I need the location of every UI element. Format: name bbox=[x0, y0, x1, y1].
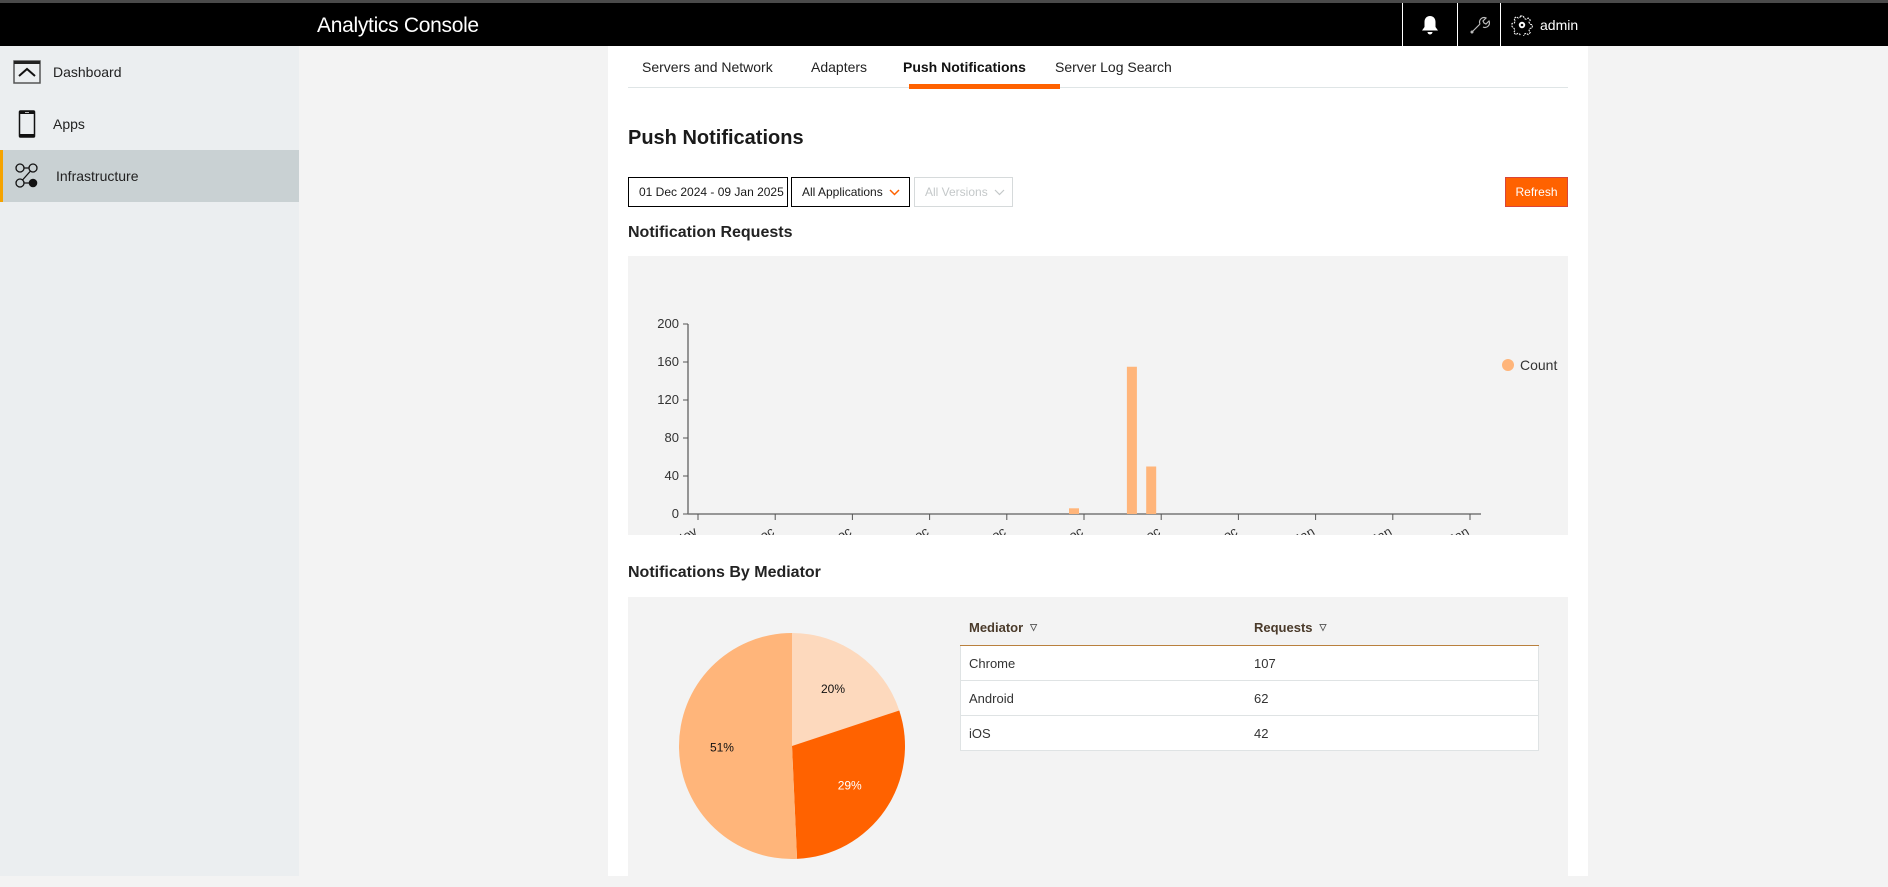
x-tick-label: 09 Jan bbox=[1430, 524, 1471, 535]
legend-label: Count bbox=[1520, 357, 1558, 373]
application-value: All Applications bbox=[802, 185, 883, 199]
x-tick-label: 01 Jan bbox=[1276, 524, 1317, 535]
cell-mediator: Chrome bbox=[969, 656, 1016, 671]
mediator-panel: 20% 29% 51% Mediator ▽ Requests ▽ Chrome 1… bbox=[628, 597, 1568, 887]
bar bbox=[1069, 508, 1079, 514]
x-tick-label: 12 Dec bbox=[888, 523, 932, 535]
legend-swatch bbox=[1502, 359, 1514, 371]
application-select[interactable]: All Applications bbox=[791, 177, 910, 207]
mobile-icon bbox=[13, 110, 41, 138]
sort-icon: ▽ bbox=[1319, 622, 1327, 632]
notifications-button[interactable] bbox=[1403, 3, 1457, 46]
table-row: Chrome 107 bbox=[960, 646, 1539, 681]
tab-server-log-search[interactable]: Server Log Search bbox=[1055, 59, 1172, 75]
y-tick-label: 80 bbox=[665, 430, 679, 445]
column-header-mediator[interactable]: Mediator ▽ bbox=[969, 620, 1037, 635]
x-tick-label: 30 Nov bbox=[656, 523, 700, 535]
cell-requests: 62 bbox=[1254, 691, 1269, 706]
pie-slice bbox=[678, 633, 798, 859]
x-tick-label: 28 Dec bbox=[1197, 523, 1241, 535]
cell-mediator: Android bbox=[969, 691, 1014, 706]
cell-requests: 107 bbox=[1254, 656, 1276, 671]
y-tick-label: 200 bbox=[657, 316, 679, 331]
sidebar-item-infrastructure[interactable]: Infrastructure bbox=[0, 150, 299, 202]
wrench-icon bbox=[1470, 16, 1490, 33]
bell-icon bbox=[1422, 15, 1438, 34]
sidebar: Dashboard Apps Infrastructure bbox=[0, 46, 299, 876]
x-tick-label: 04 Dec bbox=[734, 523, 778, 535]
y-tick-label: 40 bbox=[665, 468, 679, 483]
tab-bar: Servers and Network Adapters Push Notifi… bbox=[628, 46, 1568, 89]
chevron-down-icon bbox=[889, 185, 900, 199]
tab-adapters[interactable]: Adapters bbox=[811, 59, 867, 75]
section-title-mediator: Notifications By Mediator bbox=[628, 564, 821, 581]
sidebar-item-label: Dashboard bbox=[53, 64, 122, 80]
sort-icon: ▽ bbox=[1030, 622, 1038, 632]
bar-chart-svg: 0 40 80 120 160 200 30 Nov 04 Dec 08 Dec 12 Dec 16… bbox=[656, 316, 1481, 535]
date-range-value: 01 Dec 2024 - 09 Jan 2025 bbox=[639, 185, 784, 199]
requests-chart: 0 40 80 120 160 200 30 Nov 04 Dec 08 Dec 12 Dec 16… bbox=[628, 256, 1568, 535]
dashboard-icon bbox=[13, 58, 41, 86]
chart-legend: Count bbox=[1502, 357, 1557, 373]
x-tick-label: 08 Dec bbox=[811, 523, 855, 535]
pie-label: 20% bbox=[821, 682, 845, 696]
cell-requests: 42 bbox=[1254, 726, 1269, 741]
tools-button[interactable] bbox=[1458, 3, 1500, 46]
pie-chart-svg: 20% 29% 51% bbox=[678, 633, 905, 859]
top-bar: Analytics Console admin bbox=[0, 3, 1888, 46]
x-tick-label: 05 Jan bbox=[1353, 524, 1394, 535]
active-tab-indicator bbox=[909, 84, 1060, 89]
version-value: All Versions bbox=[925, 185, 988, 199]
tab-servers-and-network[interactable]: Servers and Network bbox=[642, 59, 773, 75]
bar bbox=[1126, 366, 1137, 514]
section-title-requests: Notification Requests bbox=[628, 224, 793, 241]
cell-mediator: iOS bbox=[969, 726, 991, 741]
y-tick-label: 120 bbox=[657, 392, 679, 407]
sidebar-item-dashboard[interactable]: Dashboard bbox=[0, 46, 299, 98]
refresh-button[interactable]: Refresh bbox=[1505, 177, 1568, 207]
main-panel: Servers and Network Adapters Push Notifi… bbox=[608, 46, 1588, 887]
table-header: Mediator ▽ Requests ▽ bbox=[960, 610, 1539, 646]
sidebar-item-label: Infrastructure bbox=[56, 168, 139, 184]
table-row: Android 62 bbox=[960, 681, 1539, 716]
page-title: Push Notifications bbox=[628, 127, 804, 149]
sidebar-item-apps[interactable]: Apps bbox=[0, 98, 299, 150]
network-icon bbox=[13, 162, 41, 190]
x-tick-label: 24 Dec bbox=[1120, 523, 1164, 535]
sidebar-item-label: Apps bbox=[53, 116, 85, 132]
x-tick-label: 20 Dec bbox=[1042, 523, 1086, 535]
settings-button[interactable] bbox=[1510, 3, 1534, 46]
version-select[interactable]: All Versions bbox=[914, 177, 1013, 207]
divider bbox=[1500, 3, 1501, 46]
column-header-requests[interactable]: Requests ▽ bbox=[1254, 620, 1326, 635]
column-header-label: Mediator bbox=[969, 620, 1024, 635]
mediator-table: Mediator ▽ Requests ▽ Chrome 107 Android… bbox=[960, 610, 1539, 751]
column-header-label: Requests bbox=[1254, 620, 1313, 635]
pie-label: 29% bbox=[838, 779, 862, 793]
app-title: Analytics Console bbox=[317, 14, 479, 37]
gear-icon bbox=[1511, 15, 1533, 36]
date-range-picker[interactable]: 01 Dec 2024 - 09 Jan 2025 bbox=[628, 177, 788, 207]
y-tick-label: 160 bbox=[657, 354, 679, 369]
table-row: iOS 42 bbox=[960, 716, 1539, 751]
user-menu[interactable]: admin bbox=[1540, 17, 1578, 33]
pie-label: 51% bbox=[710, 741, 734, 755]
y-tick-label: 0 bbox=[672, 506, 679, 521]
bar bbox=[1146, 466, 1157, 514]
tab-push-notifications[interactable]: Push Notifications bbox=[903, 59, 1026, 75]
chevron-down-icon bbox=[994, 185, 1005, 199]
x-tick-label: 16 Dec bbox=[965, 523, 1009, 535]
